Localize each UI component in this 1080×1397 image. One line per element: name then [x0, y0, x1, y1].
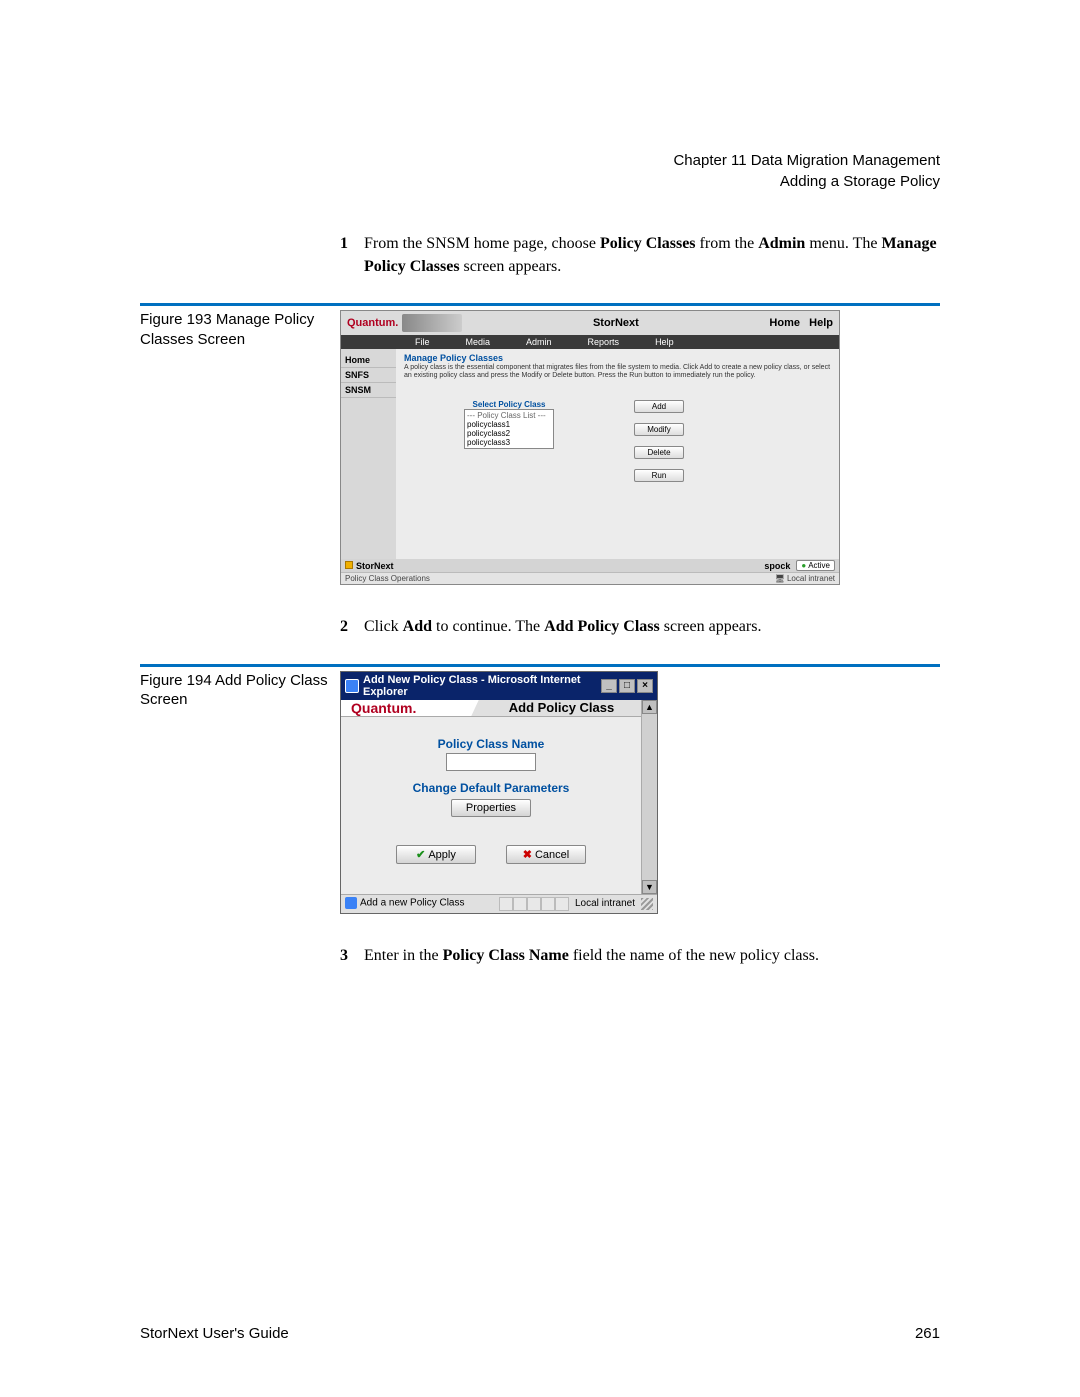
- step-2-number: 2: [340, 615, 364, 638]
- minimize-button[interactable]: _: [601, 679, 617, 693]
- panel-heading: Manage Policy Classes: [404, 353, 831, 363]
- step-1: 1 From the SNSM home page, choose Policy…: [340, 232, 940, 278]
- logo-graphic: [402, 314, 462, 332]
- ie-icon: [345, 679, 359, 693]
- step-3-number: 3: [340, 944, 364, 967]
- sidebar-item-snfs[interactable]: SNFS: [341, 368, 396, 383]
- step-1-text: From the SNSM home page, choose Policy C…: [364, 232, 940, 278]
- status-active-badge: Active: [796, 560, 835, 571]
- sidebar-item-snsm[interactable]: SNSM: [341, 383, 396, 398]
- menu-bar: File Media Admin Reports Help: [341, 335, 839, 349]
- menu-media[interactable]: Media: [448, 335, 509, 349]
- ie-status-left: Policy Class Operations: [345, 574, 430, 583]
- panel-description: A policy class is the essential componen…: [404, 364, 831, 379]
- listbox-header: --- Policy Class List ---: [467, 411, 551, 420]
- figure-194: Figure 194 Add Policy Class Screen Add N…: [140, 664, 940, 914]
- close-button[interactable]: ×: [637, 679, 653, 693]
- dialog-title: Add Policy Class: [481, 700, 641, 716]
- policy-class-listbox[interactable]: --- Policy Class List --- policyclass1 p…: [464, 409, 554, 449]
- window-titlebar: Add New Policy Class - Microsoft Interne…: [341, 672, 657, 700]
- scrollbar[interactable]: ▲ ▼: [641, 700, 657, 894]
- list-item[interactable]: policyclass1: [467, 420, 551, 429]
- section-line: Adding a Storage Policy: [140, 171, 940, 192]
- ie-status-bar: Policy Class Operations Local intranet: [341, 572, 839, 584]
- resize-grip-icon[interactable]: [641, 898, 653, 910]
- policy-class-name-input[interactable]: [446, 753, 536, 771]
- list-item[interactable]: policyclass2: [467, 429, 551, 438]
- figure-194-caption: Figure 194 Add Policy Class Screen: [140, 664, 340, 710]
- figure-193-caption: Figure 193 Manage Policy Classes Screen: [140, 303, 340, 349]
- status-host: spock: [764, 561, 790, 571]
- footer-page-number: 261: [915, 1325, 940, 1342]
- menu-file[interactable]: File: [397, 335, 448, 349]
- step-2-text: Click Add to continue. The Add Policy Cl…: [364, 615, 940, 638]
- step-2: 2 Click Add to continue. The Add Policy …: [340, 615, 940, 638]
- home-link[interactable]: Home: [769, 317, 800, 329]
- screenshot-manage-policy-classes: Quantum StorNext Home Help File Media Ad…: [340, 310, 840, 585]
- app-topbar: Quantum StorNext Home Help: [341, 311, 839, 335]
- app-status-bar: StorNext spock Active: [341, 559, 839, 572]
- status-left: Add a new Policy Class: [360, 897, 465, 908]
- apply-button[interactable]: ✔Apply: [396, 845, 476, 864]
- run-button[interactable]: Run: [634, 469, 684, 482]
- favicon-icon: [345, 561, 353, 569]
- step-3: 3 Enter in the Policy Class Name field t…: [340, 944, 940, 967]
- scroll-up-icon[interactable]: ▲: [642, 700, 657, 714]
- screenshot-add-policy-class: Add New Policy Class - Microsoft Interne…: [340, 671, 658, 914]
- maximize-button[interactable]: □: [619, 679, 635, 693]
- scroll-down-icon[interactable]: ▼: [642, 880, 657, 894]
- ie-status-zone: Local intranet: [775, 574, 835, 583]
- main-panel: Manage Policy Classes A policy class is …: [396, 349, 839, 559]
- help-link[interactable]: Help: [809, 317, 833, 329]
- app-title: StorNext: [462, 317, 769, 329]
- figure-193: Figure 193 Manage Policy Classes Screen …: [140, 303, 940, 585]
- window-title: Add New Policy Class - Microsoft Interne…: [363, 674, 601, 698]
- menu-help[interactable]: Help: [637, 335, 692, 349]
- status-app-name: StorNext: [356, 561, 394, 571]
- sidebar-item-home[interactable]: Home: [341, 353, 396, 368]
- change-default-params-label: Change Default Parameters: [351, 781, 631, 795]
- ie-status-bar: Add a new Policy Class Local intranet: [341, 894, 657, 913]
- menu-admin[interactable]: Admin: [508, 335, 570, 349]
- listbox-label: Select Policy Class: [464, 400, 554, 409]
- ie-icon: [345, 897, 357, 909]
- properties-button[interactable]: Properties: [451, 799, 531, 817]
- list-item[interactable]: policyclass3: [467, 438, 551, 447]
- quantum-logo: Quantum.: [351, 700, 416, 716]
- footer-left: StorNext User's Guide: [140, 1325, 289, 1342]
- x-icon: ✖: [523, 849, 532, 861]
- quantum-logo: Quantum: [347, 317, 398, 329]
- step-3-text: Enter in the Policy Class Name field the…: [364, 944, 940, 967]
- cancel-button[interactable]: ✖Cancel: [506, 845, 586, 864]
- menu-reports[interactable]: Reports: [570, 335, 638, 349]
- sidebar: Home SNFS SNSM: [341, 349, 396, 559]
- chapter-line: Chapter 11 Data Migration Management: [140, 150, 940, 171]
- check-icon: ✔: [416, 849, 425, 861]
- modify-button[interactable]: Modify: [634, 423, 684, 436]
- chapter-header: Chapter 11 Data Migration Management Add…: [140, 150, 940, 192]
- add-button[interactable]: Add: [634, 400, 684, 413]
- page-footer: StorNext User's Guide 261: [140, 1325, 940, 1342]
- delete-button[interactable]: Delete: [634, 446, 684, 459]
- status-zone: Local intranet: [575, 898, 635, 909]
- policy-class-name-label: Policy Class Name: [351, 737, 631, 751]
- step-1-number: 1: [340, 232, 364, 278]
